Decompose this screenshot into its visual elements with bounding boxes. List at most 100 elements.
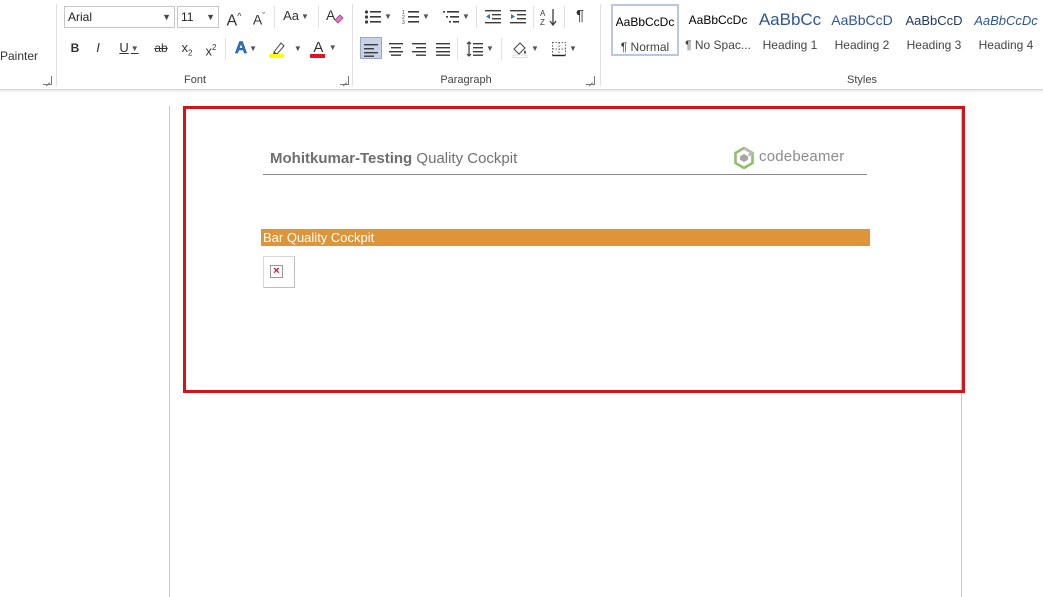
shrink-font-icon: A [252, 11, 263, 28]
sort-icon: A Z [540, 8, 557, 27]
paragraph-dialog-launcher-icon[interactable] [586, 76, 595, 85]
chevron-down-icon: ▼ [206, 12, 215, 22]
line-spacing-icon [466, 40, 484, 57]
group-separator [318, 6, 319, 28]
style-name: ¶ Normal [620, 40, 670, 54]
chevron-down-icon: ▼ [486, 43, 494, 53]
chevron-down-icon: ▼ [162, 12, 171, 22]
chevron-down-icon: ▼ [300, 11, 309, 21]
font-group-label: Font [183, 74, 206, 86]
style-no-spacing[interactable]: AaBbCcDc ¶ No Spac... [684, 4, 752, 56]
group-separator [476, 6, 477, 28]
subscript-button[interactable]: x2 [177, 37, 197, 59]
numbering-button[interactable]: 1 2 3 ▼ [399, 5, 433, 27]
justify-icon [436, 42, 450, 56]
ribbon-shadow [0, 90, 1043, 93]
text-effects-icon: A [234, 38, 248, 58]
font-size-combo[interactable]: 11 ▼ [177, 6, 219, 28]
group-separator [352, 4, 353, 86]
sort-button[interactable]: A Z [538, 5, 560, 27]
italic-icon: I [96, 40, 100, 55]
align-left-icon [364, 43, 378, 57]
increase-indent-button[interactable] [507, 5, 529, 27]
group-separator [457, 38, 458, 60]
paragraph-group-label: Paragraph [440, 74, 492, 86]
style-name: Heading 1 [762, 38, 818, 52]
style-sample: AaBbCcD [831, 12, 893, 28]
font-name-value: Arial [68, 10, 93, 24]
ribbon: Painter Arial ▼ 11 ▼ A^ Aˇ Aa ▼ A B I U ▼ … [0, 0, 1043, 90]
style-sample: AaBbCc [758, 10, 822, 29]
clipboard-dialog-launcher-icon[interactable] [43, 76, 52, 85]
justify-button[interactable] [432, 37, 454, 59]
change-case-button[interactable]: Aa ▼ [279, 5, 313, 27]
superscript-button[interactable]: x2 [201, 37, 221, 59]
chevron-down-icon: ▼ [249, 43, 258, 53]
multilevel-list-button[interactable]: ▼ [439, 5, 473, 27]
chevron-down-icon: ▼ [293, 43, 302, 53]
strikethrough-button[interactable]: ab [150, 37, 172, 59]
numbering-icon: 1 2 3 [402, 10, 420, 26]
strikethrough-icon: ab [154, 41, 168, 55]
group-separator [56, 4, 57, 86]
group-separator [274, 6, 275, 28]
red-highlight-box [183, 106, 965, 393]
underline-button[interactable]: U ▼ [112, 37, 146, 59]
style-sample: AaBbCcDc [974, 13, 1038, 28]
chevron-down-icon: ▼ [384, 11, 392, 21]
chevron-down-icon: ▼ [569, 43, 577, 53]
align-center-icon [389, 42, 403, 56]
style-name: ¶ No Spac... [685, 38, 751, 52]
subscript-suffix: 2 [188, 48, 193, 58]
svg-text:A: A [326, 7, 336, 23]
bold-button[interactable]: B [66, 37, 84, 59]
font-dialog-launcher-icon[interactable] [340, 76, 349, 85]
style-normal[interactable]: AaBbCcDc ¶ Normal [611, 4, 679, 56]
style-name: Heading 4 [978, 38, 1034, 52]
change-case-icon: Aa [283, 8, 299, 23]
decrease-indent-button[interactable] [482, 5, 504, 27]
style-heading-1[interactable]: AaBbCc Heading 1 [756, 4, 824, 56]
shrink-font-button[interactable]: Aˇ [249, 5, 269, 28]
style-sample: AaBbCcDc [688, 13, 748, 27]
style-heading-3[interactable]: AaBbCcD Heading 3 [900, 4, 968, 56]
font-name-combo[interactable]: Arial ▼ [64, 6, 175, 28]
bullets-button[interactable]: ▼ [361, 5, 395, 27]
bullets-icon [364, 9, 382, 24]
shading-button[interactable]: ▼ [507, 37, 543, 59]
style-sample: AaBbCcD [905, 13, 963, 28]
decrease-indent-icon [485, 9, 501, 23]
align-center-button[interactable] [385, 37, 407, 59]
style-name: Heading 3 [906, 38, 962, 52]
increase-indent-icon [510, 9, 526, 23]
grow-font-icon: A [226, 12, 238, 30]
borders-button[interactable]: ▼ [547, 37, 581, 59]
style-heading-4[interactable]: AaBbCcDc Heading 4 [972, 4, 1040, 56]
group-separator [564, 6, 565, 28]
style-sample: AaBbCcDc [615, 15, 675, 29]
font-color-bar [310, 54, 325, 58]
svg-text:3: 3 [402, 20, 405, 25]
show-formatting-marks-button[interactable]: ¶ [570, 5, 590, 27]
clear-formatting-button[interactable]: A [323, 5, 345, 27]
text-highlight-button[interactable]: ▼ [268, 37, 304, 59]
group-separator [501, 38, 502, 60]
style-heading-2[interactable]: AaBbCcD Heading 2 [828, 4, 896, 56]
svg-text:A: A [540, 9, 546, 18]
chevron-down-icon: ▼ [422, 11, 430, 21]
format-painter-button[interactable]: Painter [0, 49, 38, 63]
line-spacing-button[interactable]: ▼ [463, 37, 497, 59]
font-size-value: 11 [181, 10, 194, 24]
italic-button[interactable]: I [89, 37, 107, 59]
font-color-button[interactable]: A ▼ [308, 37, 342, 59]
grow-font-button[interactable]: A^ [224, 5, 244, 30]
text-effects-button[interactable]: A ▼ [229, 37, 263, 59]
align-right-icon [412, 42, 426, 56]
chevron-down-icon: ▼ [130, 43, 139, 53]
multilevel-list-icon [443, 10, 460, 23]
align-right-button[interactable] [408, 37, 430, 59]
superscript-suffix: 2 [212, 43, 217, 52]
clear-formatting-icon: A [326, 7, 344, 24]
align-left-button[interactable] [360, 37, 382, 59]
borders-icon [552, 41, 567, 56]
